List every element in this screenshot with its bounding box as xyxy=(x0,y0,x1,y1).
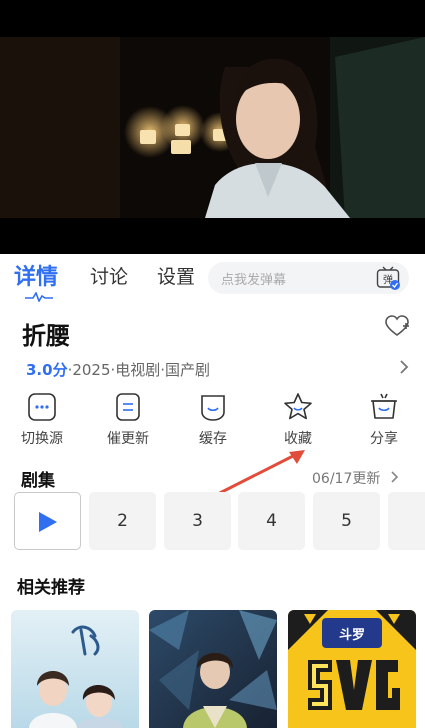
tab-details[interactable]: 详情 xyxy=(14,259,58,291)
play-icon xyxy=(39,512,57,532)
episode-item-partial[interactable] xyxy=(388,492,425,550)
tab-discuss[interactable]: 讨论 xyxy=(90,262,128,289)
urge-update-button[interactable]: 催更新 xyxy=(93,392,163,452)
cache-button[interactable]: 缓存 xyxy=(178,392,248,452)
episodes-update-link[interactable]: 06/17更新 xyxy=(312,468,380,488)
collect-button[interactable]: 收藏 xyxy=(263,392,333,452)
update-text: 06/17更新 xyxy=(312,471,381,487)
list-icon xyxy=(116,393,140,421)
danmaku-input[interactable]: 点我发弹幕 弹 xyxy=(208,262,409,294)
action-label: 催更新 xyxy=(107,431,149,447)
action-label: 收藏 xyxy=(284,431,312,447)
danmaku-placeholder: 点我发弹幕 xyxy=(221,273,287,288)
svg-text:斗罗: 斗罗 xyxy=(339,628,365,643)
show-info: ·2025·电视剧·国产剧 xyxy=(67,361,211,379)
show-title: 折腰 xyxy=(22,322,70,350)
favorite-heart-icon[interactable] xyxy=(384,314,410,338)
danmaku-toggle-icon[interactable]: 弹 xyxy=(375,265,401,291)
more-icon xyxy=(28,393,56,421)
switch-source-button[interactable]: 切换源 xyxy=(7,392,77,452)
video-scene xyxy=(0,37,425,218)
star-icon xyxy=(284,393,312,420)
tab-settings[interactable]: 设置 xyxy=(157,262,195,289)
video-frame xyxy=(0,37,425,218)
episode-1-playing[interactable] xyxy=(14,492,81,550)
related-poster-2[interactable] xyxy=(149,610,277,728)
chevron-right-icon[interactable] xyxy=(390,470,400,484)
action-label: 分享 xyxy=(370,431,398,447)
related-poster-1[interactable] xyxy=(11,610,139,728)
active-tab-indicator-icon xyxy=(25,292,53,302)
episode-item[interactable]: 3 xyxy=(164,492,231,550)
chevron-right-icon[interactable] xyxy=(398,358,410,376)
related-header: 相关推荐 xyxy=(17,578,85,598)
episodes-header: 剧集 xyxy=(21,471,55,491)
action-label: 缓存 xyxy=(199,431,227,447)
episode-item[interactable]: 2 xyxy=(89,492,156,550)
show-meta[interactable]: 3.0分·2025·电视剧·国产剧 xyxy=(26,359,210,380)
poster-image xyxy=(149,610,277,728)
related-poster-3[interactable]: 斗罗 xyxy=(288,610,416,728)
poster-image: 斗罗 xyxy=(288,610,416,728)
app-root: 详情 讨论 设置 点我发弹幕 弹 折腰 3.0分·2025·电视剧·国产剧 切换… xyxy=(0,0,425,728)
episode-item[interactable]: 5 xyxy=(313,492,380,550)
video-player[interactable] xyxy=(0,0,425,254)
share-icon xyxy=(371,393,397,419)
action-label: 切换源 xyxy=(21,431,63,447)
share-button[interactable]: 分享 xyxy=(349,392,419,452)
score: 3.0分 xyxy=(26,361,68,379)
poster-image xyxy=(11,610,139,728)
episode-item[interactable]: 4 xyxy=(238,492,305,550)
download-icon xyxy=(201,395,225,421)
